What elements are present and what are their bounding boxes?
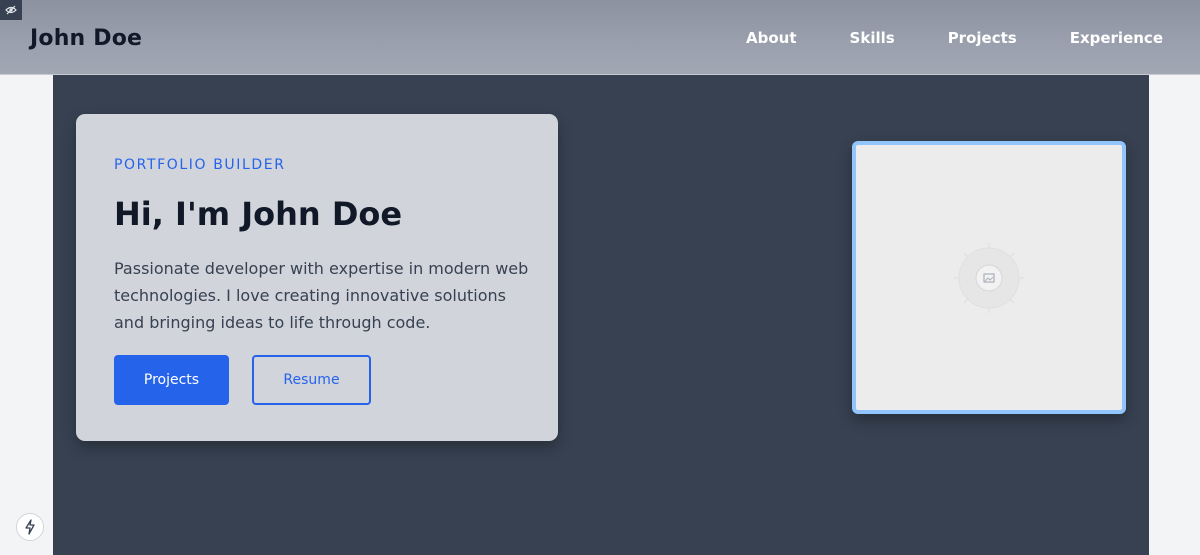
eyebrow-text: PORTFOLIO BUILDER [114,157,286,173]
page: John Doe About Skills Projects Experienc… [0,0,1200,555]
nav-about[interactable]: About [746,29,797,47]
eye-off-icon[interactable] [0,0,22,20]
image-placeholder-icon [954,242,1024,313]
hero-headline: Hi, I'm John Doe [114,195,403,233]
hero-description: Passionate developer with expertise in m… [114,259,529,332]
profile-image [852,141,1126,414]
projects-button[interactable]: Projects [114,355,229,405]
brand-logo[interactable]: John Doe [30,26,142,51]
lightning-icon[interactable] [16,513,44,541]
hero-section: PORTFOLIO BUILDER Hi, I'm John Doe Passi… [53,75,1149,555]
nav-projects[interactable]: Projects [948,29,1017,47]
nav-experience[interactable]: Experience [1070,29,1163,47]
nav-skills[interactable]: Skills [850,29,895,47]
main-nav: About Skills Projects Experience [693,29,1163,47]
site-header: John Doe About Skills Projects Experienc… [0,0,1200,75]
resume-button[interactable]: Resume [252,355,371,405]
intro-card: PORTFOLIO BUILDER Hi, I'm John Doe Passi… [76,114,558,441]
